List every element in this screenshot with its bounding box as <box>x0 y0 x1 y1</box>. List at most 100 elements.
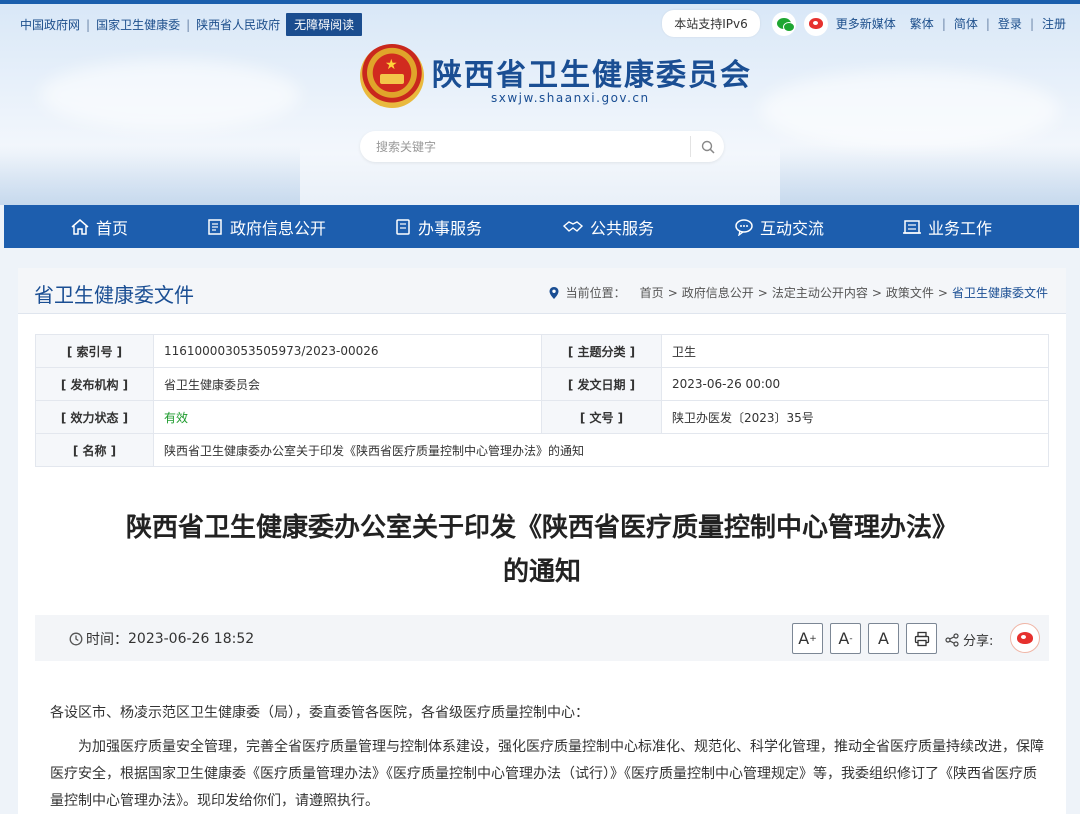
login-link[interactable]: 登录 <box>998 15 1022 32</box>
weibo-icon <box>1017 632 1033 644</box>
search-input[interactable] <box>376 137 676 157</box>
topic-label: [ 主题分类 ] <box>541 334 662 368</box>
printer-icon <box>914 631 929 646</box>
nav-label: 业务工作 <box>928 218 993 238</box>
site-domain: sxwjw.shaanxi.gov.cn <box>491 91 650 105</box>
document-metadata-table: [ 索引号 ] 116100003053505973/2023-00026 [ … <box>35 334 1049 467</box>
nav-services[interactable]: 办事服务 <box>394 205 482 248</box>
link-shaanxi-gov[interactable]: 陕西省人民政府 <box>196 16 280 33</box>
date-value: 2023-06-26 00:00 <box>661 367 1049 401</box>
section-title: 省卫生健康委文件 <box>34 283 194 307</box>
more-media-link[interactable]: 更多新媒体 <box>836 15 896 32</box>
font-larger-label: A <box>798 629 810 648</box>
nav-gov-info[interactable]: 政府信息公开 <box>206 205 326 248</box>
service-icon <box>396 218 410 235</box>
nav-label: 政府信息公开 <box>230 218 327 238</box>
breadcrumb-item[interactable]: 首页 <box>640 284 664 301</box>
weibo-share-button[interactable] <box>1010 623 1040 653</box>
nav-business[interactable]: 业务工作 <box>902 205 992 248</box>
link-gov-cn[interactable]: 中国政府网 <box>20 16 80 33</box>
index-label: [ 索引号 ] <box>35 334 154 368</box>
document-title: 陕西省卫生健康委办公室关于印发《陕西省医疗质量控制中心管理办法》 的通知 <box>18 506 1066 594</box>
print-button[interactable] <box>906 623 937 654</box>
emblem-star-icon: ★ <box>385 57 398 73</box>
nav-interaction[interactable]: 互动交流 <box>734 205 824 248</box>
briefcase-icon <box>903 219 921 234</box>
breadcrumb-item[interactable]: 法定主动公开内容 <box>772 284 868 301</box>
decor-cloud <box>40 60 300 130</box>
search-box <box>360 131 724 162</box>
nav-public-services[interactable]: 公共服务 <box>562 205 654 248</box>
section-header: 省卫生健康委文件 当前位置： 首页 > 政府信息公开 > 法定主动公开内容 > … <box>18 268 1066 314</box>
article-salutation: 各设区市、杨凌示范区卫生健康委（局），委直委管各医院，各省级医疗质量控制中心： <box>50 705 589 721</box>
date-label: [ 发文日期 ] <box>541 367 662 401</box>
font-default-button[interactable]: A <box>868 623 899 654</box>
docno-label: [ 文号 ] <box>541 400 662 434</box>
location-pin-icon <box>549 286 559 299</box>
nav-home[interactable]: 首页 <box>70 205 128 248</box>
accessibility-button[interactable]: 无障碍阅读 <box>286 13 363 36</box>
font-larger-button[interactable]: A + <box>792 623 823 654</box>
site-title[interactable]: 陕西省卫生健康委员会 <box>432 50 752 94</box>
font-default-label: A <box>878 629 889 648</box>
main-nav: 首页 政府信息公开 办事服务 公共服务 互动交流 业务工作 <box>4 205 1079 248</box>
name-value: 陕西省卫生健康委办公室关于印发《陕西省医疗质量控制中心管理办法》的通知 <box>153 433 1049 467</box>
weibo-button[interactable] <box>803 11 828 36</box>
simplified-chinese-link[interactable]: 简体 <box>954 15 978 32</box>
ipv6-badge: 本站支持IPv6 <box>662 10 760 37</box>
table-row: [ 索引号 ] 116100003053505973/2023-00026 [ … <box>35 334 1049 368</box>
nav-label: 互动交流 <box>760 218 825 238</box>
decor-skyline <box>780 145 1080 205</box>
link-nhc[interactable]: 国家卫生健康委 <box>96 16 180 33</box>
national-emblem-logo[interactable]: ★ <box>360 44 424 108</box>
table-row: [ 效力状态 ] 有效 [ 文号 ] 陕卫办医发〔2023〕35号 <box>35 400 1049 434</box>
issuer-value: 省卫生健康委员会 <box>153 367 542 401</box>
handshake-icon <box>562 220 584 232</box>
chat-icon <box>735 218 753 236</box>
nav-label: 公共服务 <box>590 218 655 238</box>
name-label: [ 名称 ] <box>35 433 154 467</box>
top-accent-line <box>0 0 1080 4</box>
table-row: [ 名称 ] 陕西省卫生健康委办公室关于印发《陕西省医疗质量控制中心管理办法》的… <box>35 433 1049 467</box>
nav-label: 首页 <box>96 218 129 238</box>
home-icon <box>71 218 89 235</box>
font-smaller-label: A <box>838 629 850 648</box>
search-button[interactable] <box>690 136 724 157</box>
breadcrumb-label: 当前位置： <box>565 286 626 300</box>
weibo-icon <box>808 18 823 29</box>
document-title-line: 的通知 <box>502 557 581 587</box>
topic-value: 卫生 <box>661 334 1049 368</box>
traditional-chinese-link[interactable]: 繁体 <box>910 15 934 32</box>
emblem-gate-icon <box>380 74 404 84</box>
document-icon <box>208 218 222 235</box>
article-toolbar: 时间： 2023-06-26 18:52 A + A- A 分享: <box>35 615 1049 661</box>
status-value: 有效 <box>153 400 542 434</box>
index-value: 116100003053505973/2023-00026 <box>153 334 542 368</box>
header-banner: 中国政府网 | 国家卫生健康委 | 陕西省人民政府 无障碍阅读 本站支持IPv6… <box>0 0 1080 205</box>
decor-skyline <box>0 145 300 205</box>
publish-time: 时间： 2023-06-26 18:52 <box>69 629 254 649</box>
breadcrumb-item[interactable]: 政府信息公开 <box>682 284 754 301</box>
table-row: [ 发布机构 ] 省卫生健康委员会 [ 发文日期 ] 2023-06-26 00… <box>35 367 1049 401</box>
content-card: 省卫生健康委文件 当前位置： 首页 > 政府信息公开 > 法定主动公开内容 > … <box>18 268 1066 814</box>
wechat-icon <box>776 18 795 32</box>
nav-label: 办事服务 <box>418 218 483 238</box>
clock-icon <box>69 632 83 646</box>
share-section: 分享: <box>945 630 993 649</box>
status-label: [ 效力状态 ] <box>35 400 154 434</box>
time-value: 2023-06-26 18:52 <box>128 631 255 647</box>
register-link[interactable]: 注册 <box>1042 15 1066 32</box>
search-icon <box>701 140 715 154</box>
time-label: 时间： <box>86 632 128 648</box>
breadcrumb-item[interactable]: 政策文件 <box>886 284 934 301</box>
issuer-label: [ 发布机构 ] <box>35 367 154 401</box>
article-paragraph: 为加强医疗质量安全管理，完善全省医疗质量管理与控制体系建设，强化医疗质量控制中心… <box>50 739 1044 809</box>
wechat-button[interactable] <box>771 11 796 36</box>
article-body: 各设区市、杨凌示范区卫生健康委（局），委直委管各医院，各省级医疗质量控制中心： … <box>50 700 1050 814</box>
document-title-line: 陕西省卫生健康委办公室关于印发《陕西省医疗质量控制中心管理办法》 <box>125 513 958 543</box>
share-label: 分享: <box>963 634 994 649</box>
share-icon <box>945 632 959 647</box>
breadcrumb-current[interactable]: 省卫生健康委文件 <box>952 284 1048 301</box>
font-smaller-button[interactable]: A- <box>830 623 861 654</box>
docno-value: 陕卫办医发〔2023〕35号 <box>661 400 1049 434</box>
